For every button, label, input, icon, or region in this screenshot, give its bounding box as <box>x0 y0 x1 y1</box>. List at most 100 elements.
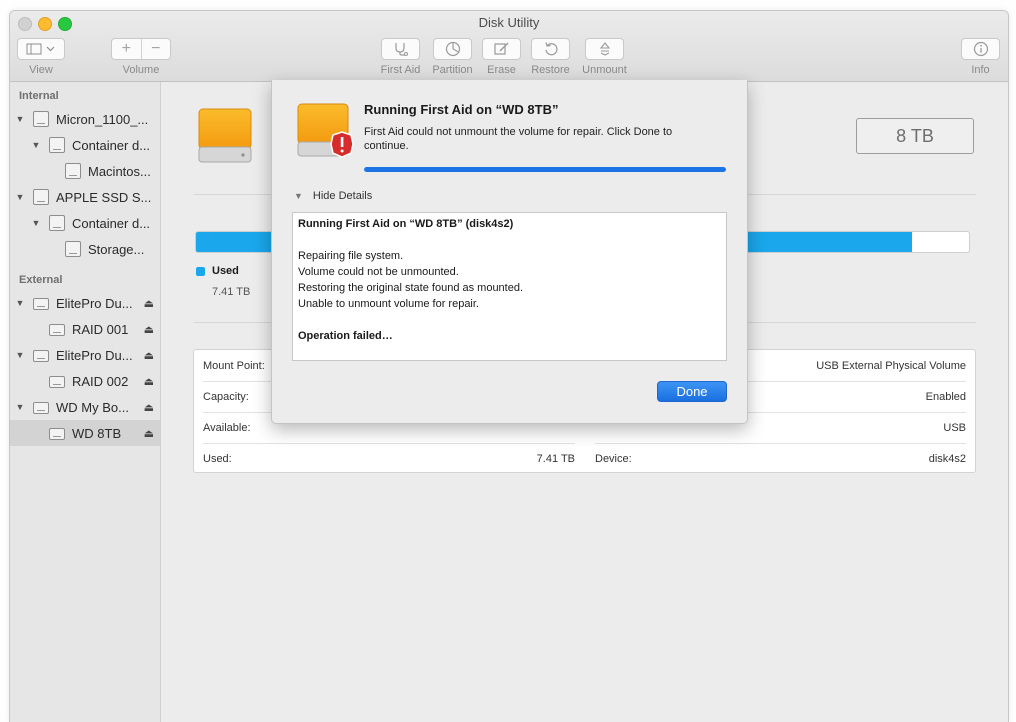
sidebar-header-external: External <box>19 274 63 286</box>
container-icon <box>49 215 65 231</box>
used-legend-value: 7.41 TB <box>212 286 251 298</box>
internal-drive-icon <box>33 111 49 127</box>
disclosure-triangle-icon[interactable]: ▼ <box>15 402 25 412</box>
info-row-used: Used: 7.41 TB <box>203 443 575 474</box>
unmount-label: Unmount <box>582 64 627 76</box>
toolbar: Disk Utility View + − Volume First Aid P… <box>10 11 1008 82</box>
partition-button[interactable] <box>433 38 472 60</box>
view-label: View <box>29 64 53 76</box>
disclosure-triangle-icon: ▼ <box>294 191 303 201</box>
disclosure-triangle-icon[interactable]: ▼ <box>31 140 41 150</box>
sidebar-item-elitepro-1[interactable]: ▼ ElitePro Du... ⏏ <box>10 290 160 316</box>
sidebar-item-label: ElitePro Du... <box>56 347 133 363</box>
done-button[interactable]: Done <box>657 381 727 402</box>
sidebar: Internal ▼ Micron_1100_... ▼ Container d… <box>10 82 161 722</box>
volume-icon <box>65 241 81 257</box>
unmount-icon <box>599 42 610 56</box>
disclosure-triangle-icon[interactable]: ▼ <box>15 298 25 308</box>
unmount-button[interactable] <box>585 38 624 60</box>
sidebar-item-label: Macintos... <box>88 163 151 179</box>
sidebar-item-micron[interactable]: ▼ Micron_1100_... <box>10 106 160 132</box>
used-legend-swatch <box>196 267 205 276</box>
info-row-label: Mount Point: <box>203 359 265 372</box>
eject-icon[interactable]: ⏏ <box>144 349 154 362</box>
sidebar-item-label: Micron_1100_... <box>56 111 149 127</box>
hide-details-label: Hide Details <box>312 190 373 202</box>
info-row-value: disk4s2 <box>928 452 966 465</box>
info-row-label: Used: <box>203 452 232 465</box>
info-label: Info <box>971 64 990 76</box>
sidebar-item-label: Container d... <box>72 215 151 231</box>
external-drive-large-icon <box>198 108 252 163</box>
sidebar-item-raid-002[interactable]: RAID 002 ⏏ <box>10 368 160 394</box>
log-heading: Running First Aid on “WD 8TB” (disk4s2) <box>298 218 514 230</box>
sheet-message: First Aid could not unmount the volume f… <box>364 126 673 152</box>
sidebar-item-label: Container d... <box>72 137 151 153</box>
eject-icon[interactable]: ⏏ <box>144 427 154 440</box>
log-blank-line <box>298 232 721 248</box>
sidebar-item-elitepro-2[interactable]: ▼ ElitePro Du... ⏏ <box>10 342 160 368</box>
restore-arrow-icon <box>544 42 558 56</box>
info-row-label: Device: <box>595 452 632 465</box>
sidebar-item-raid-001[interactable]: RAID 001 ⏏ <box>10 316 160 342</box>
info-row-value: 7.41 TB <box>536 452 575 465</box>
view-button[interactable] <box>17 38 65 60</box>
info-button[interactable] <box>961 38 1000 60</box>
log-line: Repairing file system. <box>298 250 404 262</box>
used-legend-label: Used <box>212 265 239 277</box>
log-blank-line <box>298 312 721 328</box>
sidebar-header-internal: Internal <box>19 90 59 102</box>
first-aid-button[interactable] <box>381 38 420 60</box>
partition-label: Partition <box>432 64 473 76</box>
log-line: Volume could not be unmounted. <box>298 266 459 278</box>
restore-label: Restore <box>531 64 570 76</box>
progress-bar-fill <box>364 167 726 172</box>
external-volume-icon <box>49 376 65 388</box>
disclosure-triangle-icon[interactable]: ▼ <box>15 114 25 124</box>
info-row-device: Device: disk4s2 <box>595 443 966 474</box>
sheet-title: Running First Aid on “WD 8TB” <box>364 102 559 117</box>
sidebar-item-container-1[interactable]: ▼ Container d... <box>10 132 160 158</box>
sidebar-item-wd-my-book[interactable]: ▼ WD My Bo... ⏏ <box>10 394 160 420</box>
remove-volume-button[interactable]: − <box>142 39 171 59</box>
external-drive-icon <box>33 350 49 362</box>
sidebar-item-container-2[interactable]: ▼ Container d... <box>10 210 160 236</box>
sidebar-item-wd-8tb[interactable]: WD 8TB ⏏ <box>10 420 160 446</box>
first-aid-log[interactable]: Running First Aid on “WD 8TB” (disk4s2) … <box>292 212 727 361</box>
external-drive-icon <box>33 298 49 310</box>
restore-button[interactable] <box>531 38 570 60</box>
eject-icon[interactable]: ⏏ <box>144 375 154 388</box>
eject-icon[interactable]: ⏏ <box>144 297 154 310</box>
first-aid-sheet: Running First Aid on “WD 8TB” First Aid … <box>271 80 748 424</box>
stethoscope-icon <box>394 43 408 56</box>
sidebar-item-macintosh[interactable]: Macintos... <box>10 158 160 184</box>
external-drive-icon <box>33 402 49 414</box>
disclosure-triangle-icon[interactable]: ▼ <box>31 218 41 228</box>
volume-icon <box>65 163 81 179</box>
erase-pencil-icon <box>493 42 508 55</box>
sidebar-item-label: WD 8TB <box>72 425 122 441</box>
partition-pie-icon <box>445 41 460 57</box>
eject-icon[interactable]: ⏏ <box>144 323 154 336</box>
drive-alert-icon <box>297 103 354 158</box>
info-row-label: Capacity: <box>203 390 249 403</box>
sidebar-item-label: WD My Bo... <box>56 399 129 415</box>
add-volume-button[interactable]: + <box>112 39 142 59</box>
log-result: Operation failed… <box>298 330 393 342</box>
log-line: Restoring the original state found as mo… <box>298 282 524 294</box>
info-row-value: USB <box>943 421 966 434</box>
sidebar-item-storage[interactable]: Storage... <box>10 236 160 262</box>
disclosure-triangle-icon[interactable]: ▼ <box>15 350 25 360</box>
first-aid-label: First Aid <box>380 64 421 76</box>
sidebar-item-label: ElitePro Du... <box>56 295 133 311</box>
first-aid-progress-bar <box>364 167 726 172</box>
erase-button[interactable] <box>482 38 521 60</box>
window-title: Disk Utility <box>478 15 540 30</box>
internal-drive-icon <box>33 189 49 205</box>
eject-icon[interactable]: ⏏ <box>144 401 154 414</box>
disclosure-triangle-icon[interactable]: ▼ <box>15 192 25 202</box>
sidebar-item-apple-ssd[interactable]: ▼ APPLE SSD S... <box>10 184 160 210</box>
volume-label: Volume <box>122 64 160 76</box>
hide-details-toggle[interactable]: ▼ Hide Details <box>294 190 372 202</box>
log-line: Unable to unmount volume for repair. <box>298 298 479 310</box>
